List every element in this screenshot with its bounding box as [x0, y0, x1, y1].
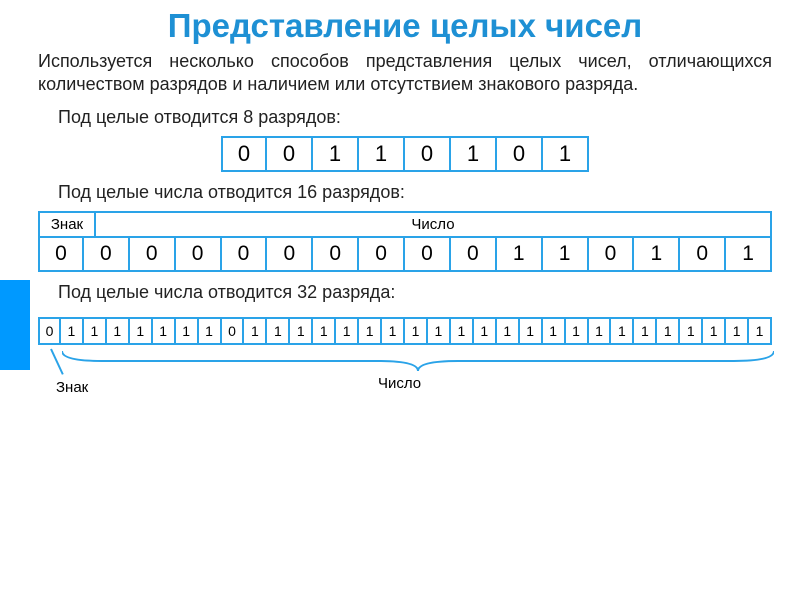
- bit32-cell: 1: [267, 317, 290, 345]
- brace-area: Знак Число: [38, 349, 772, 409]
- number-label: Число: [378, 375, 421, 392]
- bit16-cell: 0: [313, 238, 359, 272]
- bit32-cell: 1: [657, 317, 680, 345]
- bit32-cell: 1: [130, 317, 153, 345]
- bit32-cell: 1: [199, 317, 222, 345]
- bit32-cell: 1: [474, 317, 497, 345]
- bit32-cell: 1: [497, 317, 520, 345]
- bit32-cell: 1: [107, 317, 130, 345]
- bit16-cell: 0: [38, 238, 84, 272]
- bit32-cell: 1: [84, 317, 107, 345]
- bit32-cell: 1: [611, 317, 634, 345]
- bit32-cell: 1: [313, 317, 336, 345]
- bit32-cell: 1: [543, 317, 566, 345]
- bit8-cell: 0: [267, 136, 313, 172]
- bit16-cell: 1: [497, 238, 543, 272]
- bit32-cell: 1: [290, 317, 313, 345]
- bit8-cell: 0: [497, 136, 543, 172]
- bit32-cell: 1: [451, 317, 474, 345]
- bit16-cell: 0: [176, 238, 222, 272]
- bit8-cell: 1: [313, 136, 359, 172]
- bit8-cell: 1: [359, 136, 405, 172]
- header-sign: Знак: [38, 211, 96, 238]
- sidebar-accent: [0, 280, 30, 370]
- bit16-cell: 1: [543, 238, 589, 272]
- curly-brace-icon: [62, 349, 774, 373]
- bit32-cell: 1: [589, 317, 612, 345]
- bits-8: 00110101: [38, 136, 772, 172]
- bits-16: 0000000000110101: [38, 238, 772, 272]
- bit16-cell: 1: [634, 238, 680, 272]
- bit16-cell: 0: [589, 238, 635, 272]
- table-16: Знак Число 0000000000110101: [38, 211, 772, 272]
- bit16-cell: 0: [680, 238, 726, 272]
- bit32-cell: 1: [61, 317, 84, 345]
- bit32-cell: 1: [382, 317, 405, 345]
- bit8-cell: 1: [543, 136, 589, 172]
- bit16-cell: 0: [359, 238, 405, 272]
- bit32-cell: 0: [222, 317, 245, 345]
- bit32-cell: 1: [703, 317, 726, 345]
- slide-content: Представление целых чисел Используется н…: [0, 0, 800, 417]
- bit32-cell: 1: [680, 317, 703, 345]
- bit16-cell: 0: [451, 238, 497, 272]
- sign-label: Знак: [56, 379, 88, 396]
- bit32-cell: 1: [749, 317, 772, 345]
- bit8-cell: 1: [451, 136, 497, 172]
- intro-text: Используется несколько способов представ…: [38, 50, 772, 95]
- bit16-cell: 0: [222, 238, 268, 272]
- bit32-cell: 0: [38, 317, 61, 345]
- bit32-cell: 1: [726, 317, 749, 345]
- bit16-cell: 0: [267, 238, 313, 272]
- bits-32: 01111111011111111111111111111111: [38, 317, 772, 345]
- bit16-cell: 0: [84, 238, 130, 272]
- section-32bit-label: Под целые числа отводится 32 разряда:: [58, 282, 772, 303]
- bit32-cell: 1: [359, 317, 382, 345]
- section-8bit-label: Под целые отводится 8 разрядов:: [58, 107, 772, 128]
- bit32-cell: 1: [405, 317, 428, 345]
- header-number: Число: [96, 211, 772, 238]
- bit32-cell: 1: [566, 317, 589, 345]
- section-16bit-label: Под целые числа отводится 16 разрядов:: [58, 182, 772, 203]
- bit16-cell: 0: [405, 238, 451, 272]
- bit32-cell: 1: [244, 317, 267, 345]
- bit8-cell: 0: [221, 136, 267, 172]
- page-title: Представление целых чисел: [38, 8, 772, 44]
- bit32-cell: 1: [520, 317, 543, 345]
- bit32-cell: 1: [176, 317, 199, 345]
- bit16-cell: 1: [726, 238, 772, 272]
- bit8-cell: 0: [405, 136, 451, 172]
- bit32-cell: 1: [153, 317, 176, 345]
- bit32-cell: 1: [336, 317, 359, 345]
- bit32-cell: 1: [428, 317, 451, 345]
- bit32-cell: 1: [634, 317, 657, 345]
- bit16-cell: 0: [130, 238, 176, 272]
